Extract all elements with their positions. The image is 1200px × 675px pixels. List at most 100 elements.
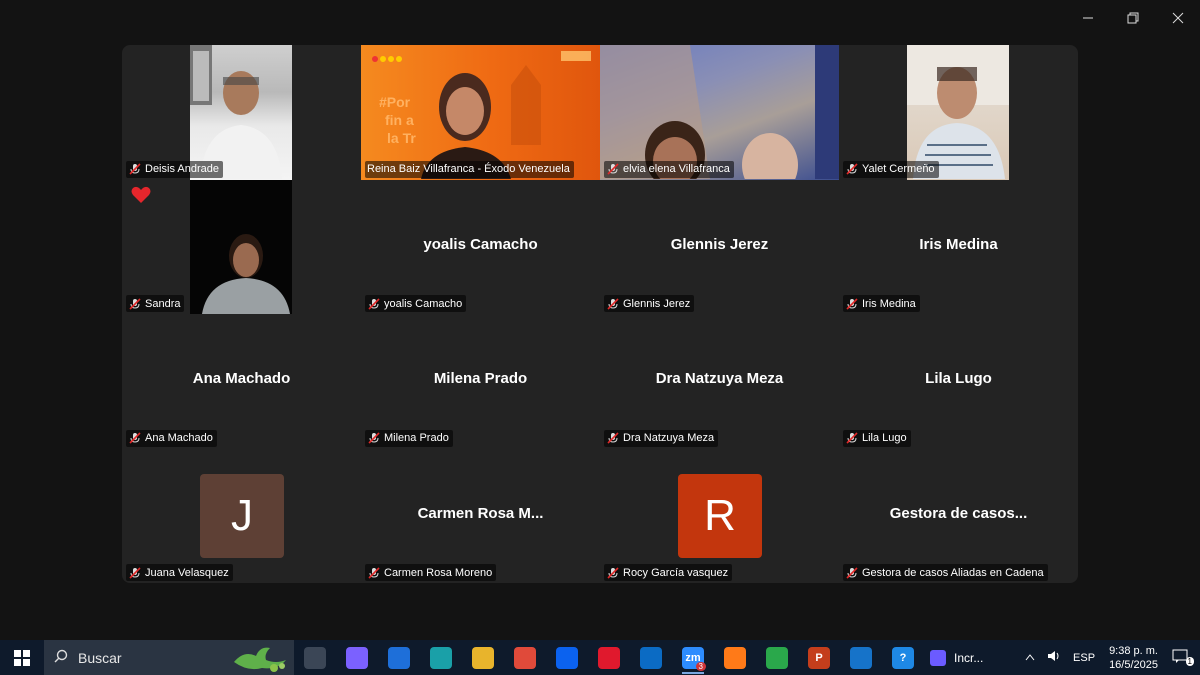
participant-name-label: Dra Natzuya Meza	[604, 429, 719, 447]
participant-tile[interactable]: Yalet Cermeño	[839, 45, 1078, 180]
app-badge: 3	[695, 662, 706, 671]
participant-name-label: Yalet Cermeño	[843, 160, 939, 178]
taskbar-app-opera[interactable]	[588, 640, 630, 675]
participant-tile[interactable]: Sandra	[122, 179, 361, 314]
participant-display-name: Milena Prado	[433, 370, 528, 387]
taskbar-app-task-view[interactable]	[294, 640, 336, 675]
participant-video	[600, 45, 839, 180]
muted-microphone-icon	[845, 431, 859, 445]
participant-video	[190, 179, 292, 314]
clock-time: 9:38 p. m.	[1109, 644, 1158, 657]
search-placeholder: Buscar	[78, 649, 122, 666]
participant-name-label: Ana Machado	[126, 429, 217, 447]
close-icon[interactable]	[1155, 0, 1200, 36]
start-button[interactable]	[0, 640, 44, 675]
firefox-icon	[724, 646, 746, 669]
participant-tile[interactable]: Deisis Andrade	[122, 45, 361, 180]
task-view-icon	[304, 646, 326, 669]
restore-icon[interactable]	[1110, 0, 1155, 36]
video-gallery: Deisis Andrade #Por fin a la Tr Reina Ba…	[122, 45, 1078, 583]
participant-tile[interactable]: Gestora de casos... Gestora de casos Ali…	[839, 449, 1078, 584]
taskbar-app-outlook[interactable]	[630, 640, 672, 675]
windows-logo-icon	[14, 649, 30, 666]
file-explorer-icon	[472, 646, 494, 669]
notification-center-icon[interactable]: 1	[1166, 649, 1200, 666]
volume-icon[interactable]	[1041, 650, 1067, 665]
taskbar-app-file-explorer[interactable]	[462, 640, 504, 675]
participant-name-label: Deisis Andrade	[126, 160, 223, 178]
taskbar-running-app[interactable]: Incr...	[924, 640, 989, 675]
taskbar-app-evernote-app[interactable]	[756, 640, 798, 675]
participant-name: Deisis Andrade	[145, 163, 219, 175]
help-icon: ?	[892, 646, 914, 669]
taskbar-app-dropbox[interactable]	[546, 640, 588, 675]
chevron-up-icon[interactable]	[1019, 652, 1041, 664]
taskbar-app-firefox[interactable]	[714, 640, 756, 675]
taskbar-app-zoom[interactable]: zm 3	[672, 640, 714, 675]
muted-microphone-icon	[606, 566, 620, 580]
participant-tile[interactable]: Lila Lugo Lila Lugo	[839, 314, 1078, 449]
participant-tile[interactable]: J Juana Velasquez	[122, 449, 361, 584]
minimize-icon[interactable]	[1065, 0, 1110, 36]
participant-name: Lila Lugo	[862, 432, 907, 444]
muted-microphone-icon	[367, 431, 381, 445]
participant-name-label: Carmen Rosa Moreno	[365, 564, 497, 581]
taskbar-app-media-player[interactable]	[840, 640, 882, 675]
taskbar-search-box[interactable]: Buscar	[44, 640, 294, 675]
participant-display-name: yoalis Camacho	[423, 235, 538, 253]
taskbar-app-edge[interactable]	[420, 640, 462, 675]
muted-microphone-icon	[128, 566, 142, 580]
participant-display-name: Gestora de casos...	[889, 504, 1028, 522]
participant-name: elvia elena Villafranca	[623, 163, 730, 175]
participant-name: Glennis Jerez	[623, 297, 691, 310]
muted-microphone-icon	[128, 162, 142, 176]
microsoft-store-icon	[388, 646, 410, 669]
participant-name: yoalis Camacho	[384, 297, 463, 310]
participant-avatar: R	[678, 473, 762, 558]
svg-text:#Por: #Por	[379, 94, 411, 110]
taskbar-app-chrome[interactable]	[504, 640, 546, 675]
participant-name-label: Lila Lugo	[843, 429, 911, 447]
muted-microphone-icon	[845, 162, 859, 176]
muted-microphone-icon	[606, 162, 620, 176]
powerpoint-icon: P	[808, 646, 830, 669]
participant-tile[interactable]: elvia elena Villafranca	[600, 45, 839, 180]
taskbar-pinned-apps: zm 3 P?	[294, 640, 924, 675]
participant-tile[interactable]: Glennis Jerez Glennis Jerez	[600, 180, 839, 315]
notification-count-badge: 1	[1185, 657, 1194, 666]
participant-tile-active-speaker[interactable]: #Por fin a la Tr Reina Baiz Villafranca …	[361, 45, 600, 180]
participant-tile[interactable]: Dra Natzuya Meza Dra Natzuya Meza	[600, 314, 839, 449]
participant-tile[interactable]: Milena Prado Milena Prado	[361, 314, 600, 449]
taskbar-app-microsoft-store[interactable]	[378, 640, 420, 675]
taskbar-app-copilot[interactable]	[336, 640, 378, 675]
muted-microphone-icon	[128, 297, 142, 311]
participant-name: Dra Natzuya Meza	[623, 432, 715, 444]
system-tray: ESP 9:38 p. m. 16/5/2025 1	[1019, 640, 1200, 675]
participant-tile[interactable]: Ana Machado Ana Machado	[122, 314, 361, 449]
participant-display-name: Carmen Rosa M...	[417, 504, 544, 522]
participant-name: Iris Medina	[862, 297, 916, 310]
participant-tile[interactable]: yoalis Camacho yoalis Camacho	[361, 180, 600, 315]
dropbox-icon	[556, 646, 578, 669]
window-controls	[1065, 0, 1200, 36]
taskbar-app-powerpoint[interactable]: P	[798, 640, 840, 675]
video-call-app-icon	[930, 649, 946, 666]
svg-text:fin a: fin a	[385, 112, 414, 128]
participant-name: Milena Prado	[384, 432, 449, 444]
participant-tile[interactable]: Carmen Rosa M... Carmen Rosa Moreno	[361, 449, 600, 584]
edge-icon	[430, 646, 452, 669]
participant-name: Yalet Cermeño	[862, 163, 935, 175]
language-indicator[interactable]: ESP	[1067, 652, 1101, 664]
clock[interactable]: 9:38 p. m. 16/5/2025	[1101, 644, 1166, 672]
evernote-app-icon	[766, 646, 788, 669]
muted-microphone-icon	[367, 297, 381, 311]
participant-avatar: J	[200, 473, 284, 558]
participant-name: Reina Baiz Villafranca - Éxodo Venezuela	[367, 163, 570, 175]
participant-display-name: Ana Machado	[192, 370, 291, 387]
participant-name: Juana Velasquez	[145, 566, 229, 579]
participant-name: Gestora de casos Aliadas en Cadena	[862, 566, 1044, 579]
participant-tile[interactable]: R Rocy García vasquez	[600, 449, 839, 584]
muted-microphone-icon	[606, 431, 620, 445]
participant-tile[interactable]: Iris Medina Iris Medina	[839, 180, 1078, 315]
taskbar-app-help[interactable]: ?	[882, 640, 924, 675]
